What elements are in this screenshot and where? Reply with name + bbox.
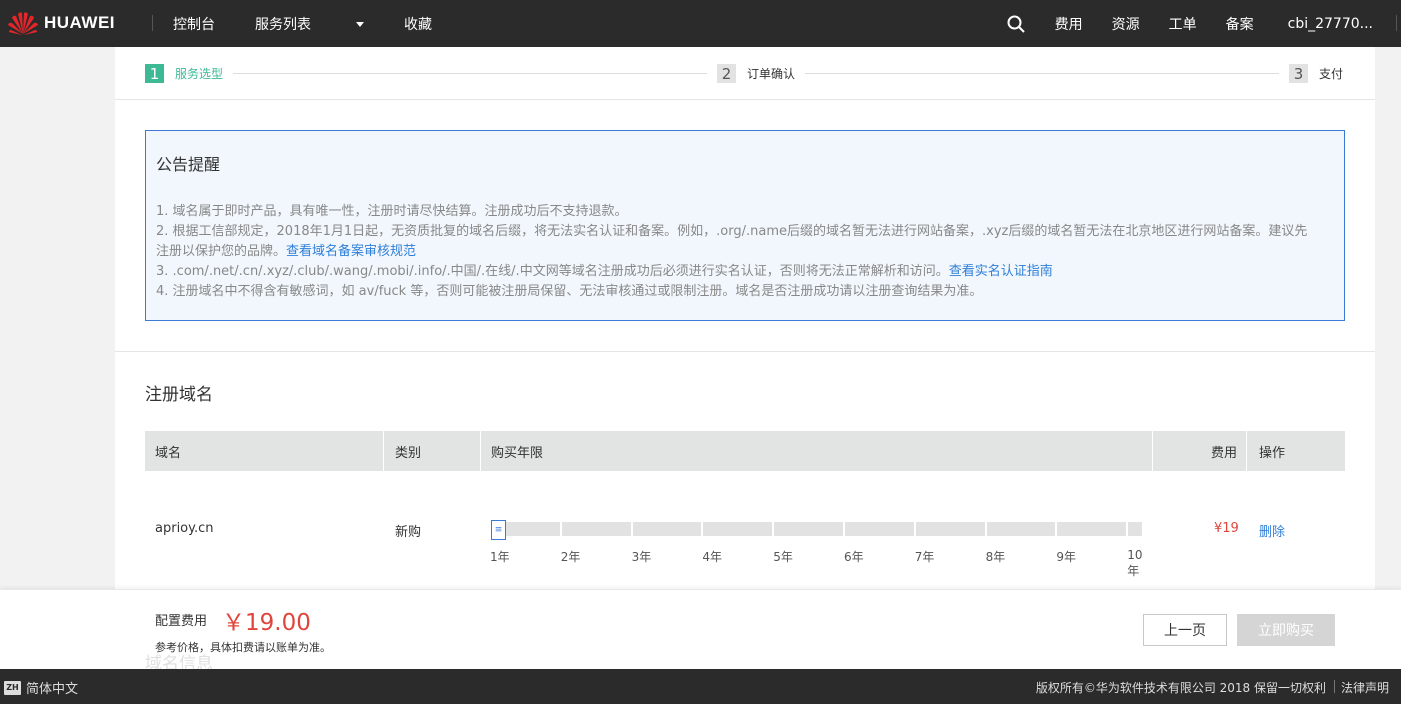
main-card: 1 服务选型 2 订单确认 3 支付 公告提醒 1. 域名属于即时产品，具有唯一… [115,47,1375,607]
notice-body: 1. 域名属于即时产品，具有唯一性，注册时请尽快结算。注册成功后不支持退款。 2… [156,202,1316,302]
nav-favorites[interactable]: 收藏 [404,14,432,34]
year-label: 2年 [560,550,581,564]
step-number: 2 [717,64,736,83]
step-order-confirm: 2 订单确认 [717,64,795,83]
slider-handle-icon[interactable]: ≡ [491,520,506,540]
step-connector [805,73,1279,74]
notice-line-2: 2. 根据工信部规定，2018年1月1日起，无资质批复的域名后缀，将无法实名认证… [156,222,1316,262]
notice-box: 公告提醒 1. 域名属于即时产品，具有唯一性，注册时请尽快结算。注册成功后不支持… [145,130,1345,321]
col-fee: 费用 [1211,445,1238,461]
notice-title: 公告提醒 [156,155,221,174]
year-label: 1年 [490,550,510,564]
step-connector [233,73,707,74]
nav-service-list-label: 服务列表 [255,16,311,33]
col-divider [1152,431,1153,471]
price-bar: 域名信息 配置费用 ￥19.00 参考价格，具体扣费请以账单为准。 上一页 立即… [0,589,1401,674]
nav-console[interactable]: 控制台 [173,14,215,34]
slider-segment[interactable] [505,522,560,536]
footer-divider [1334,680,1335,693]
col-divider [383,431,384,471]
col-divider [1246,431,1247,471]
filing-rules-link[interactable]: 查看域名备案审核规范 [286,244,416,259]
notice-line-4: 4. 注册域名中不得含有敏感词，如 av/fuck 等，否则可能被注册局保留、无… [156,284,983,299]
step-number: 3 [1289,64,1308,83]
year-slider[interactable]: ≡ 1年 2年 3年 4年 5年 6年 7年 8年 9年 10年 [490,517,1143,578]
legal-notice-link[interactable]: 法律声明 [1341,679,1389,696]
nav-divider-right [1396,15,1397,31]
year-label: 10年 [1127,548,1143,578]
nav-service-list[interactable]: 服务列表 [255,14,364,34]
step-service-selection: 1 服务选型 [145,64,223,83]
domain-name: aprioy.cn [155,521,214,536]
step-payment: 3 支付 [1289,64,1343,83]
copyright-text: 版权所有©华为软件技术有限公司 2018 保留一切权利 [1035,681,1326,695]
section-title-register: 注册域名 [145,385,213,405]
year-label: 9年 [1056,550,1077,564]
footer-bar: ZH 简体中文 版权所有©华为软件技术有限公司 2018 保留一切权利 法律声明 [0,669,1401,704]
slider-segment[interactable] [561,522,631,536]
notice-line-1: 1. 域名属于即时产品，具有唯一性，注册时请尽快结算。注册成功后不支持退款。 [156,204,628,219]
chevron-down-icon [356,22,364,27]
slider-segment[interactable] [703,522,773,536]
step-label: 服务选型 [175,67,224,81]
year-label: 7年 [914,550,935,564]
year-label: 8年 [985,550,1006,564]
prev-page-button[interactable]: 上一页 [1143,614,1227,646]
step-number: 1 [145,64,164,83]
divider [115,351,1375,352]
year-label: 5年 [773,550,793,564]
nav-tickets[interactable]: 工单 [1169,14,1197,34]
realname-guide-link[interactable]: 查看实名认证指南 [949,264,1053,279]
slider-segment[interactable] [774,522,843,536]
col-type: 类别 [395,445,422,461]
year-label: 3年 [631,550,652,564]
language-icon: ZH [4,680,21,695]
price-label: 配置费用 [155,614,208,629]
nav-divider [152,15,153,31]
col-domain: 域名 [155,445,182,461]
search-icon[interactable] [1006,14,1026,34]
divider [115,99,1375,100]
slider-segment[interactable] [915,522,985,536]
step-label: 订单确认 [747,67,796,81]
nav-right: 费用 资源 工单 备案 cbi_27770... [1006,0,1401,47]
notice-line-3: 3. .com/.net/.cn/.xyz/.club/.wang/.mobi/… [156,262,1316,282]
table-row: aprioy.cn 新购 ≡ 1年 2年 3年 4年 5年 6年 7年 8年 9年 10年 ¥19… [145,511,1345,578]
col-years: 购买年限 [491,445,544,461]
language-label: 简体中文 [26,682,79,697]
nav-icp-filing[interactable]: 备案 [1226,14,1254,34]
price-note: 参考价格，具体扣费请以账单为准。 [155,641,331,654]
delete-link[interactable]: 删除 [1259,521,1285,540]
brand-name: HUAWEI [44,13,115,32]
row-fee: ¥19 [1214,521,1239,536]
nav-resources[interactable]: 资源 [1112,14,1140,34]
slider-segment[interactable] [1057,522,1127,536]
year-label: 4年 [702,550,723,564]
purchase-type: 新购 [395,525,422,540]
order-steps: 1 服务选型 2 订单确认 3 支付 [145,64,1343,84]
huawei-logo[interactable]: HUAWEI [6,10,115,36]
slider-segment[interactable] [632,522,702,536]
buy-now-button[interactable]: 立即购买 [1237,614,1335,646]
slider-segment[interactable] [845,522,914,536]
language-switch[interactable]: ZH 简体中文 [4,678,78,697]
nav-billing[interactable]: 费用 [1055,14,1083,34]
step-label: 支付 [1319,67,1344,81]
user-account[interactable]: cbi_27770... [1288,16,1373,32]
slider-segment[interactable] [1128,522,1143,536]
price-amount: ￥19.00 [222,610,311,636]
huawei-flower-icon [8,12,38,35]
nav-left: 控制台 服务列表 收藏 [173,0,472,47]
year-label: 6年 [844,550,864,564]
col-action: 操作 [1259,445,1286,461]
slider-segment[interactable] [986,522,1056,536]
notice-line-3-text: 3. .com/.net/.cn/.xyz/.club/.wang/.mobi/… [156,264,949,279]
top-nav: HUAWEI 控制台 服务列表 收藏 费用 资源 工单 备案 cbi_27770… [0,0,1401,47]
table-header: 域名 类别 购买年限 费用 操作 [145,431,1345,471]
